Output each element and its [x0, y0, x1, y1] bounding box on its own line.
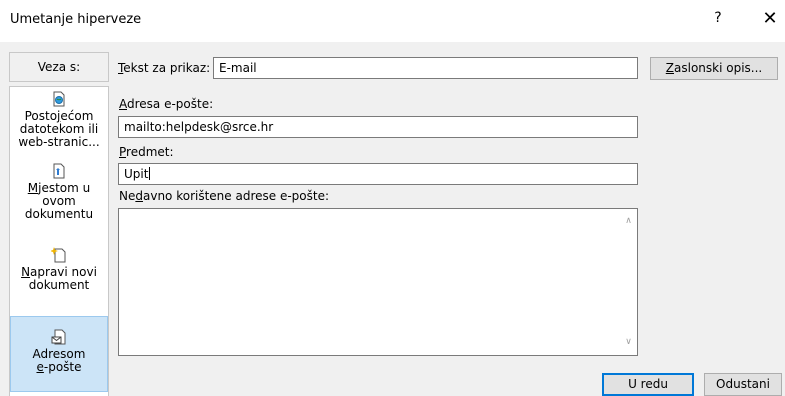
sidebar-item-new-document[interactable]: Napravi novi dokument [10, 247, 108, 297]
display-text-label: Tekst za prikaz: [118, 61, 211, 75]
email-document-icon [51, 329, 66, 345]
sidebar-item-existing-file[interactable]: Postojećom datotekom ili web-stranic... [10, 91, 108, 151]
sidebar-item-email-address[interactable]: Adresom e-pošte [10, 316, 108, 392]
subject-input[interactable]: Upit [118, 163, 638, 185]
ok-button[interactable]: U redu [602, 373, 694, 396]
dialog-title: Umetanje hiperveze [10, 12, 142, 27]
sidebar-item-place-in-document[interactable]: Mjestom u ovom dokumentu [10, 163, 108, 225]
link-to-sidebar: Veza s: Postojećom datotekom ili web-str… [9, 52, 109, 396]
document-globe-icon [53, 91, 65, 107]
document-anchor-icon [53, 163, 65, 179]
scroll-down-icon[interactable]: ∨ [620, 334, 637, 351]
recent-list-scrollbar[interactable]: ∧ ∨ [620, 209, 637, 355]
link-to-label: Veza s: [9, 52, 109, 82]
text-cursor [149, 167, 151, 180]
recent-addresses-list[interactable]: ∧ ∨ [118, 208, 638, 356]
help-button[interactable]: ? [708, 10, 728, 30]
screentip-button[interactable]: Zaslonski opis... [650, 57, 778, 80]
email-address-label: Adresa e-pošte: [119, 97, 214, 111]
recent-addresses-label: Nedavno korištene adrese e-pošte: [119, 189, 330, 203]
title-bar: Umetanje hiperveze ? ✕ [0, 0, 785, 42]
scroll-up-icon[interactable]: ∧ [620, 213, 637, 230]
cancel-button[interactable]: Odustani [704, 373, 782, 396]
subject-label: Predmet: [119, 145, 174, 159]
new-document-icon [51, 247, 66, 263]
close-button[interactable]: ✕ [758, 8, 782, 32]
email-address-input[interactable]: mailto:helpdesk@srce.hr [118, 116, 638, 138]
link-to-list: Postojećom datotekom ili web-stranic... … [9, 86, 109, 396]
display-text-input[interactable]: E-mail [213, 57, 638, 79]
